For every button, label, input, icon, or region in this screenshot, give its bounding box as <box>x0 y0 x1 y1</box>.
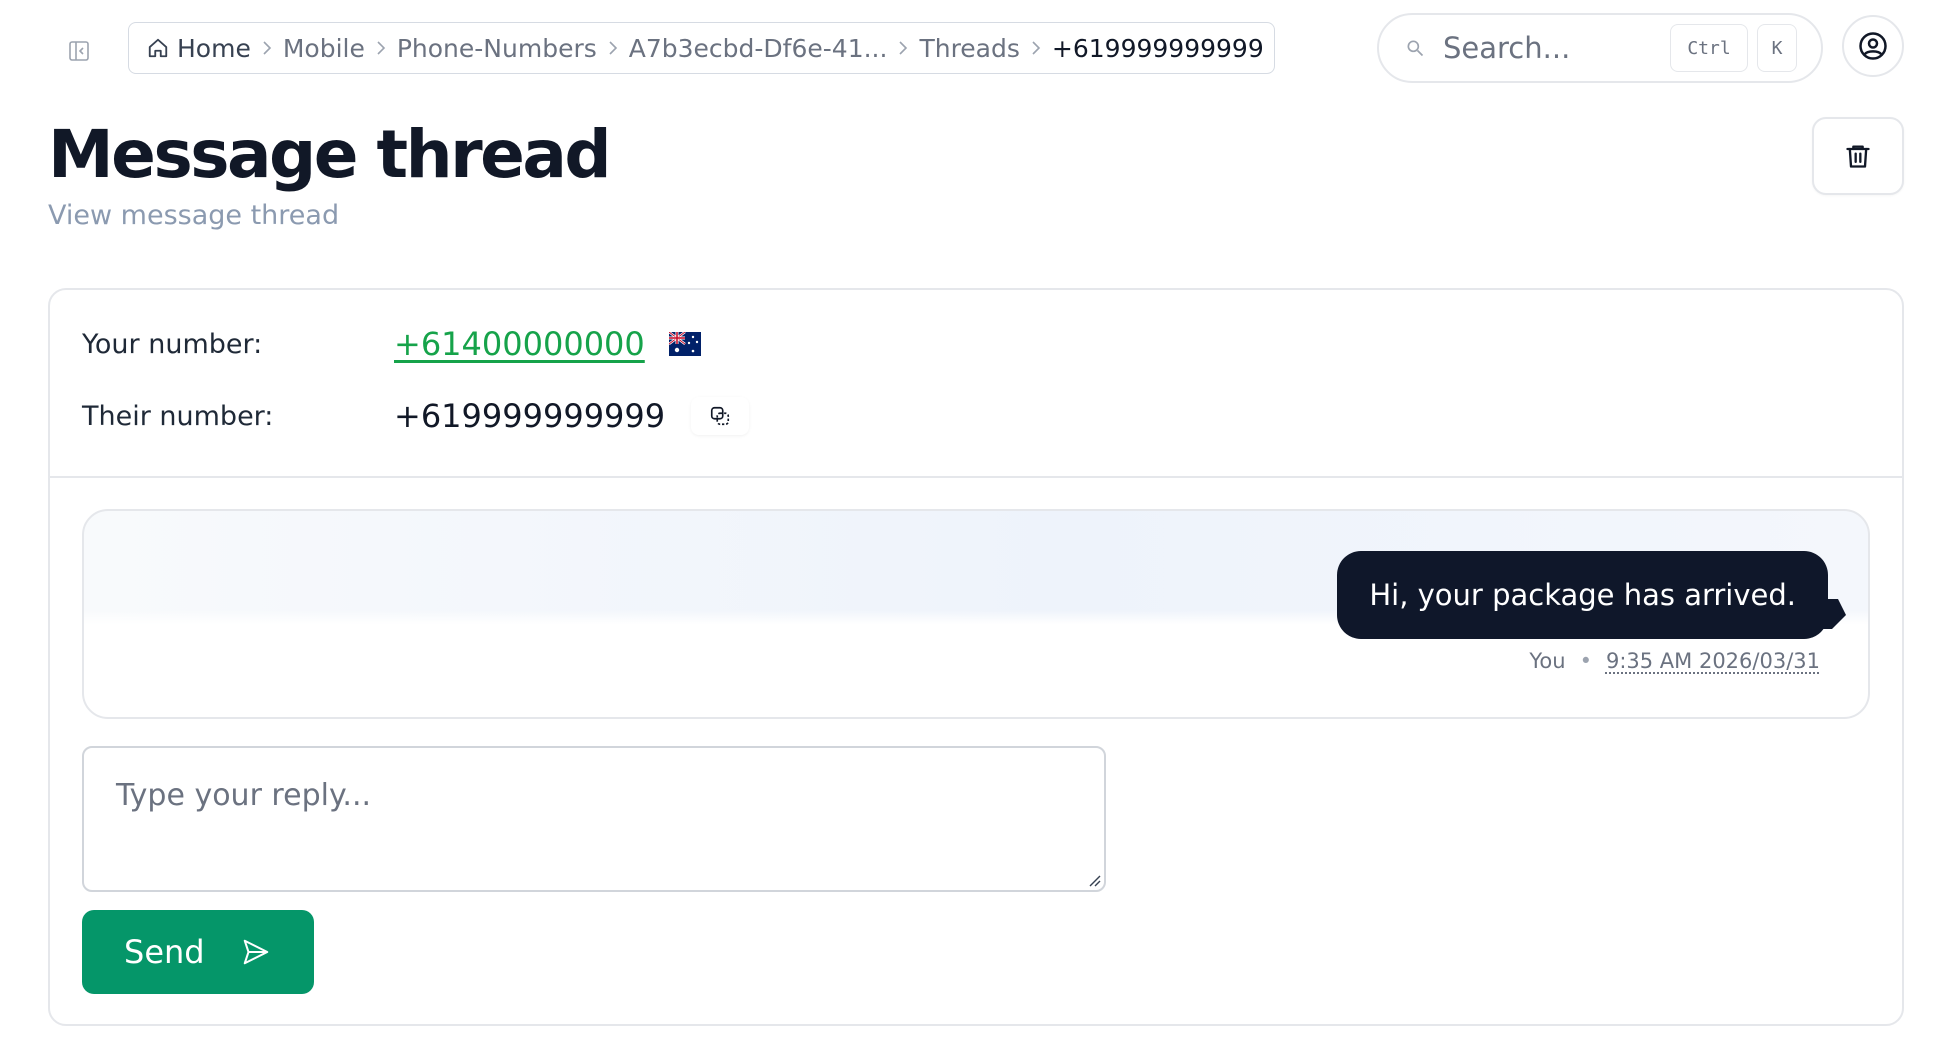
copy-number-button[interactable] <box>691 397 749 435</box>
separator-dot: • <box>1579 649 1592 673</box>
message-text: Hi, your package has arrived. <box>1369 578 1796 612</box>
breadcrumb-item-mobile[interactable]: Mobile <box>283 34 365 63</box>
your-number-label: Your number: <box>82 328 263 360</box>
search-icon <box>1407 40 1424 57</box>
send-button[interactable]: Send <box>82 910 314 994</box>
breadcrumb: Home Mobile Phone-Numbers A7b3ecbd-Df6e-… <box>128 22 1275 74</box>
message-sender: You <box>1529 649 1566 673</box>
breadcrumb-item-current: +619999999999 <box>1051 33 1264 63</box>
resize-handle-icon[interactable] <box>1086 872 1102 888</box>
delete-thread-button[interactable] <box>1812 117 1904 195</box>
breadcrumb-item-home[interactable]: Home <box>147 34 251 63</box>
your-number-link[interactable]: +61400000000 <box>394 325 645 363</box>
card-divider <box>50 476 1902 478</box>
user-circle-icon <box>1859 32 1887 60</box>
thread-card: Your number: +61400000000 Their number: … <box>48 288 1904 1026</box>
send-button-label: Send <box>124 933 205 971</box>
reply-placeholder: Type your reply... <box>116 778 372 813</box>
australia-flag-icon <box>668 332 701 356</box>
page-subtitle: View message thread <box>48 200 340 231</box>
copy-icon <box>711 406 730 426</box>
their-number-label: Their number: <box>82 400 274 432</box>
sidebar-toggle-icon <box>69 41 89 61</box>
breadcrumb-label: Home <box>177 33 251 63</box>
their-number-value: +619999999999 <box>394 397 666 435</box>
message-meta: You • 9:35 AM 2026/03/31 <box>1529 649 1820 673</box>
page: Home Mobile Phone-Numbers A7b3ecbd-Df6e-… <box>0 0 1952 1052</box>
your-number-row: Your number: +61400000000 <box>82 314 701 374</box>
trash-icon <box>1846 145 1870 168</box>
shortcut-ctrl-key: Ctrl <box>1670 24 1748 72</box>
user-menu-button[interactable] <box>1842 15 1904 77</box>
breadcrumb-item-phone-numbers[interactable]: Phone-Numbers <box>397 34 597 63</box>
send-icon <box>243 939 268 965</box>
bubble-tail <box>1812 599 1846 629</box>
chevron-right-icon <box>260 38 274 58</box>
breadcrumb-item-phone-id[interactable]: A7b3ecbd-Df6e-41... <box>629 34 888 63</box>
page-title: Message thread <box>48 116 612 193</box>
home-icon <box>148 38 168 58</box>
reply-textarea[interactable]: Type your reply... <box>82 746 1106 892</box>
chevron-right-icon <box>1029 38 1043 58</box>
chevron-right-icon <box>606 38 620 58</box>
message-list[interactable]: Hi, your package has arrived. You • 9:35… <box>82 509 1870 719</box>
breadcrumb-item-threads[interactable]: Threads <box>919 34 1019 63</box>
search-input[interactable]: Search... Ctrl K <box>1377 13 1823 83</box>
search-placeholder: Search... <box>1443 31 1571 65</box>
message-timestamp[interactable]: 9:35 AM 2026/03/31 <box>1606 649 1820 673</box>
message-bubble: Hi, your package has arrived. <box>1337 551 1828 639</box>
chevron-right-icon <box>896 38 910 58</box>
sidebar-toggle-button[interactable] <box>62 34 96 68</box>
chevron-right-icon <box>374 38 388 58</box>
their-number-row: Their number: +619999999999 <box>82 386 749 446</box>
shortcut-k-key: K <box>1757 24 1797 72</box>
